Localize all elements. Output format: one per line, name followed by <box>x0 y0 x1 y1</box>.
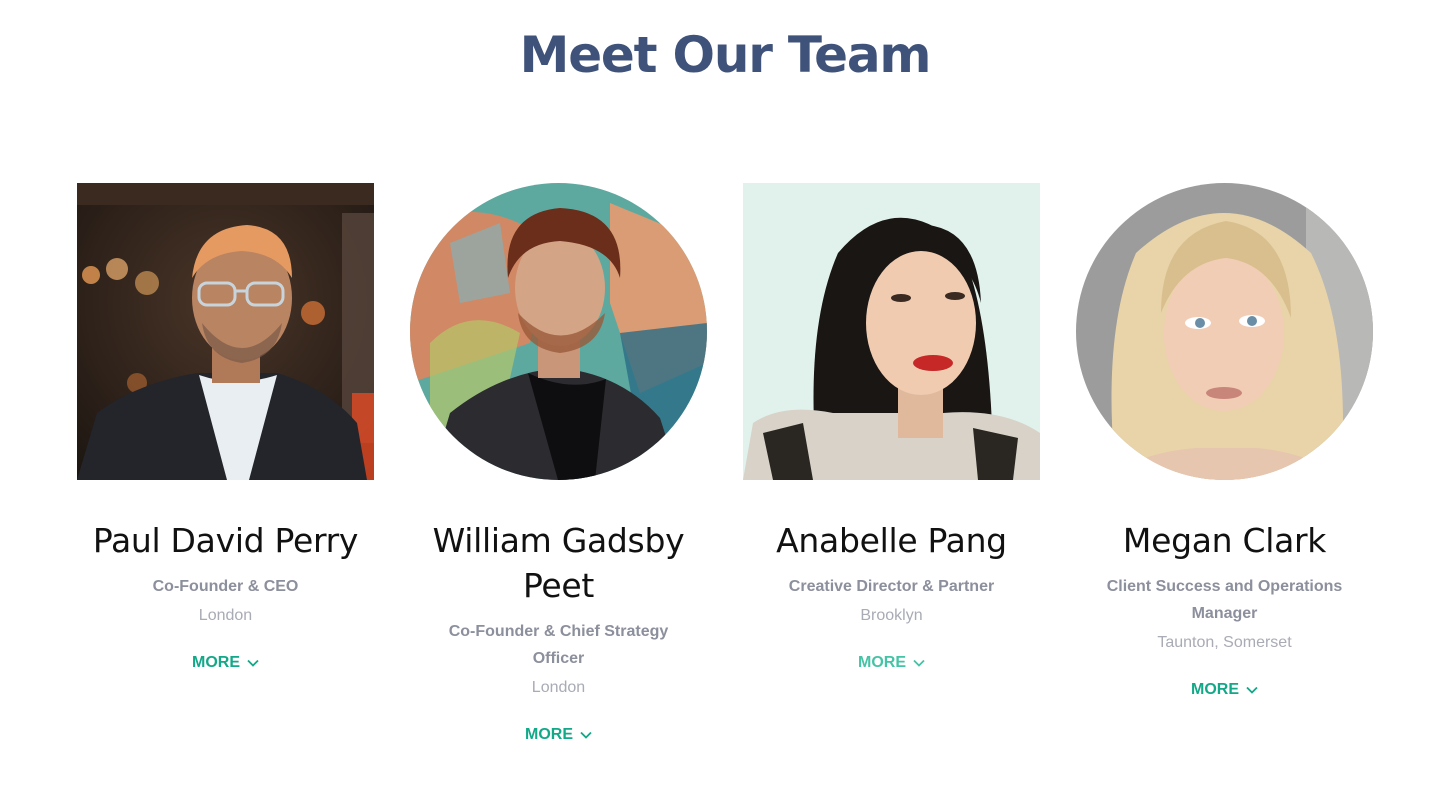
member-photo <box>1076 183 1373 480</box>
member-role: Client Success and Operations Manager <box>1106 578 1343 622</box>
team-member-card: Paul David Perry Co-Founder & CEO London… <box>77 183 374 672</box>
member-name: William Gadsby Peet <box>432 521 685 605</box>
section-title: Meet Our Team <box>519 26 932 84</box>
member-location: London <box>531 679 586 696</box>
member-photo <box>410 183 707 480</box>
member-photo <box>77 183 374 480</box>
team-member-card: Megan Clark Client Success and Operation… <box>1076 183 1373 699</box>
member-photo <box>743 183 1040 480</box>
member-location: Taunton, Somerset <box>1157 634 1292 651</box>
chevron-down-icon <box>580 731 592 739</box>
more-label: MORE <box>858 654 906 671</box>
member-name: Megan Clark <box>1122 521 1327 560</box>
member-role: Co-Founder & CEO <box>152 578 299 595</box>
chevron-down-icon <box>1246 686 1258 694</box>
member-location: London <box>198 607 253 624</box>
more-label: MORE <box>1191 681 1239 698</box>
member-role: Co-Founder & Chief Strategy Officer <box>448 623 669 667</box>
member-name: Paul David Perry <box>92 521 359 560</box>
more-button[interactable]: MORE <box>525 726 592 744</box>
member-name: Anabelle Pang <box>776 521 1007 560</box>
more-label: MORE <box>192 654 240 671</box>
member-location: Brooklyn <box>860 607 923 624</box>
more-button[interactable]: MORE <box>1191 681 1258 699</box>
more-label: MORE <box>525 726 573 743</box>
team-member-card: William Gadsby Peet Co-Founder & Chief S… <box>410 183 707 744</box>
team-section: Meet Our Team Paul David Perry Co-Founde… <box>0 0 1435 797</box>
member-role: Creative Director & Partner <box>788 578 995 595</box>
chevron-down-icon <box>913 659 925 667</box>
chevron-down-icon <box>247 659 259 667</box>
team-member-card: Anabelle Pang Creative Director & Partne… <box>743 183 1040 672</box>
more-button[interactable]: MORE <box>192 654 259 672</box>
more-button[interactable]: MORE <box>858 654 925 672</box>
